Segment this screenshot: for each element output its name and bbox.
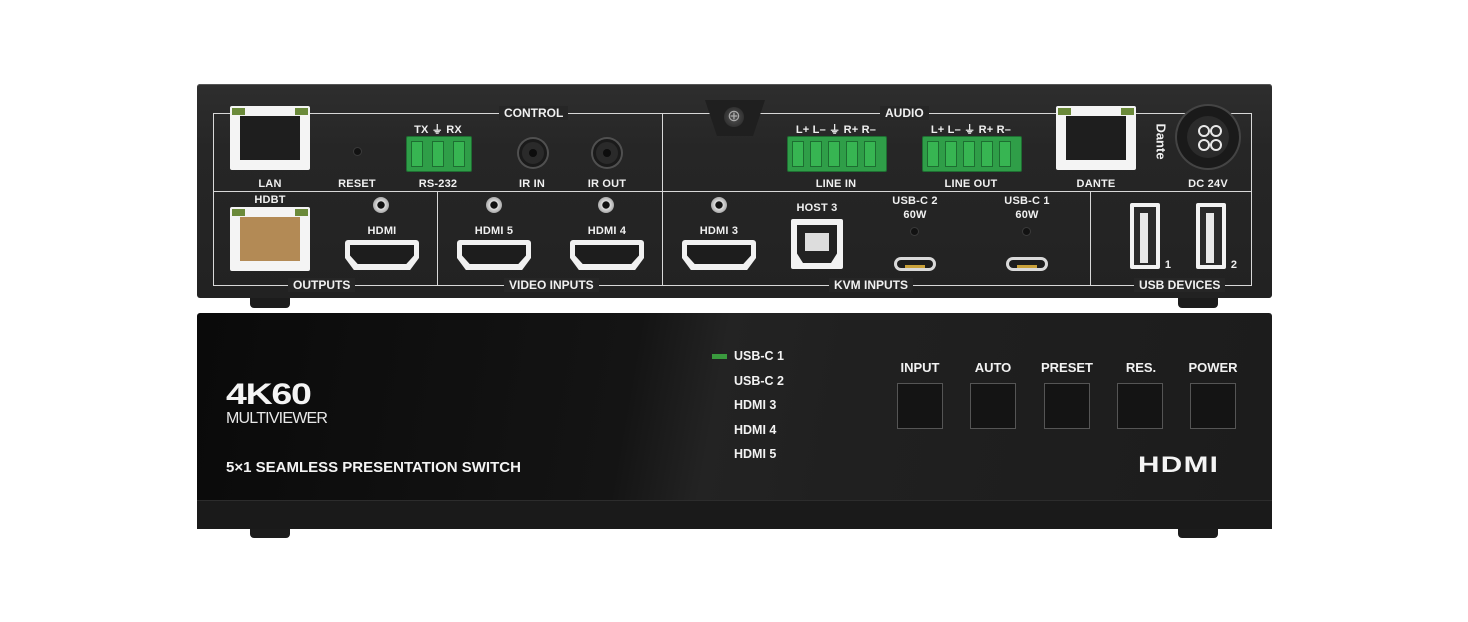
hdmi3-screw — [711, 197, 727, 213]
res-button-label: RES. — [1125, 360, 1157, 375]
hdbt-label: HDBT — [254, 194, 286, 206]
source-label-usbc1: USB-C 1 — [734, 349, 785, 363]
host3-usb-b-port[interactable] — [791, 219, 843, 269]
hdmi3-label: HDMI 3 — [699, 225, 739, 237]
frame-line — [437, 191, 438, 286]
source-label-hdmi5: HDMI 5 — [734, 447, 777, 461]
input-button[interactable] — [897, 383, 943, 429]
product-name: 5×1 SEAMLESS PRESENTATION SWITCH — [226, 459, 521, 476]
reset-pinhole[interactable] — [354, 148, 361, 155]
front-panel-base — [197, 500, 1272, 529]
group-label-video-inputs: VIDEO INPUTS — [504, 278, 599, 292]
usbc2-port[interactable] — [894, 257, 936, 271]
frame-line — [213, 285, 1251, 286]
usbc1-port[interactable] — [1006, 257, 1048, 271]
ir-out-label: IR OUT — [587, 178, 627, 190]
hdmi5-port[interactable] — [457, 240, 531, 270]
group-label-usb-devices: USB DEVICES — [1134, 278, 1226, 292]
ir-out-jack[interactable] — [593, 139, 621, 167]
usbc2-led — [911, 228, 918, 235]
hdmi-out-label: HDMI — [367, 225, 397, 237]
rear-foot-left — [250, 298, 290, 308]
group-label-control: CONTROL — [499, 106, 569, 120]
frame-line — [213, 113, 214, 285]
brand-main: 4K60 — [226, 378, 312, 411]
preset-button[interactable] — [1044, 383, 1090, 429]
usb-device-port-2[interactable] — [1196, 203, 1226, 269]
frame-line — [213, 191, 1251, 192]
rs232-pin-label: TX ⏚ RX — [414, 124, 462, 136]
frame-line — [662, 113, 663, 286]
frame-line — [1251, 113, 1252, 286]
hdmi5-label: HDMI 5 — [474, 225, 514, 237]
preset-button-label: PRESET — [1040, 360, 1093, 375]
front-foot-right — [1178, 528, 1218, 538]
line-in-label: LINE IN — [815, 178, 857, 190]
frame-line — [1090, 191, 1091, 286]
group-label-outputs: OUTPUTS — [288, 278, 356, 292]
usbc2-label: USB-C 2 — [892, 195, 938, 207]
hdmi3-port[interactable] — [682, 240, 756, 270]
dc-power-connector[interactable] — [1177, 106, 1239, 168]
ir-in-label: IR IN — [518, 178, 546, 190]
dante-port[interactable] — [1056, 106, 1136, 170]
group-label-kvm-inputs: KVM INPUTS — [829, 278, 914, 292]
source-label-hdmi3: HDMI 3 — [734, 398, 777, 412]
hdmi-out-screw — [373, 197, 389, 213]
hdmi-logo: HDMI — [1138, 452, 1220, 477]
usbc2-power-label: 60W — [903, 209, 927, 221]
hdmi5-screw — [486, 197, 502, 213]
hdmi4-label: HDMI 4 — [587, 225, 627, 237]
rear-panel: ⊕ CONTROL AUDIO OUTPUTS VIDEO INPUTS KVM… — [197, 84, 1272, 298]
source-led-usbc1 — [712, 354, 727, 359]
front-panel — [197, 313, 1272, 528]
group-label-audio: AUDIO — [880, 106, 929, 120]
auto-button-label: AUTO — [974, 360, 1012, 375]
line-in-pin-label: L+ L– ⏚ R+ R– — [795, 124, 877, 136]
reset-label: RESET — [338, 178, 376, 190]
input-button-label: INPUT — [900, 360, 940, 375]
power-button-label: POWER — [1188, 360, 1238, 375]
source-label-hdmi4: HDMI 4 — [734, 423, 777, 437]
hdmi-out-port[interactable] — [345, 240, 419, 270]
dante-logo: Dante — [1153, 123, 1169, 160]
lan-label: LAN — [258, 178, 282, 190]
front-foot-left — [250, 528, 290, 538]
res-button[interactable] — [1117, 383, 1163, 429]
usbc1-led — [1023, 228, 1030, 235]
usb-device-port-1[interactable] — [1130, 203, 1160, 269]
hdbt-port[interactable] — [230, 207, 310, 271]
line-out-terminal[interactable] — [922, 136, 1022, 172]
rear-foot-right — [1178, 298, 1218, 308]
auto-button[interactable] — [970, 383, 1016, 429]
rs232-label: RS-232 — [418, 178, 458, 190]
line-out-pin-label: L+ L– ⏚ R+ R– — [930, 124, 1012, 136]
hdmi4-screw — [598, 197, 614, 213]
dante-label: DANTE — [1076, 178, 1116, 190]
usbc1-power-label: 60W — [1015, 209, 1039, 221]
source-label-usbc2: USB-C 2 — [734, 374, 785, 388]
screw-icon: ⊕ — [724, 107, 744, 127]
brand-sub: MULTIVIEWER — [226, 410, 328, 427]
line-out-label: LINE OUT — [944, 178, 998, 190]
usb-device-1-label: 1 — [1164, 259, 1172, 271]
host3-label: HOST 3 — [796, 202, 838, 214]
power-button[interactable] — [1190, 383, 1236, 429]
lan-port[interactable] — [230, 106, 310, 170]
usbc1-label: USB-C 1 — [1004, 195, 1050, 207]
hdmi4-port[interactable] — [570, 240, 644, 270]
line-in-terminal[interactable] — [787, 136, 887, 172]
ir-in-jack[interactable] — [519, 139, 547, 167]
dc-label: DC 24V — [1188, 178, 1228, 190]
rs232-terminal[interactable] — [406, 136, 472, 172]
usb-device-2-label: 2 — [1230, 259, 1238, 271]
